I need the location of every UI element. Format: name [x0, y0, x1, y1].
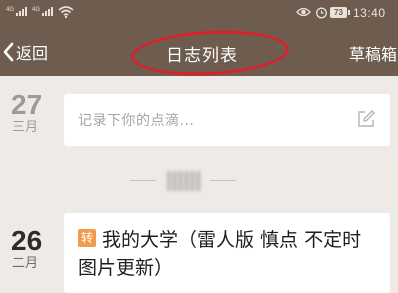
drafts-button[interactable]: 草稿箱 [349, 41, 397, 65]
alarm-icon [316, 7, 327, 19]
clock: 13:40 [353, 6, 386, 20]
wifi-icon [58, 6, 74, 19]
divider [130, 180, 156, 181]
date-month: 二月 [12, 256, 39, 271]
battery-icon: 73 [330, 7, 350, 18]
status-bar: 4G 4G 73 13:40 [0, 0, 398, 28]
entry-title: 我的大学（雷人版 慎点 不定时图片更新） [78, 229, 362, 279]
date-day: 27 [11, 89, 43, 120]
edit-icon[interactable] [356, 109, 376, 129]
date-month: 三月 [12, 120, 39, 135]
compose-placeholder: 记录下你的点滴... [78, 113, 195, 129]
annotation-circle [129, 26, 291, 80]
journal-entry-card[interactable]: 转 我的大学（雷人版 慎点 不定时图片更新） [64, 213, 390, 293]
signal-icon: 4G [6, 7, 28, 16]
divider [210, 180, 236, 181]
eye-icon [296, 7, 311, 17]
date-label: 27 三月 [11, 90, 42, 136]
date-label: 26 二月 [11, 226, 42, 272]
compose-input[interactable]: 记录下你的点滴... [64, 94, 390, 146]
back-button[interactable]: 返回 [2, 40, 48, 64]
date-day: 26 [11, 225, 43, 256]
nav-bar: 返回 日志列表 草稿箱 [0, 26, 398, 80]
blurred-label [167, 171, 201, 191]
back-label: 返回 [16, 44, 49, 63]
chevron-left-icon [3, 42, 14, 62]
signal-icon: 4G [32, 7, 54, 16]
